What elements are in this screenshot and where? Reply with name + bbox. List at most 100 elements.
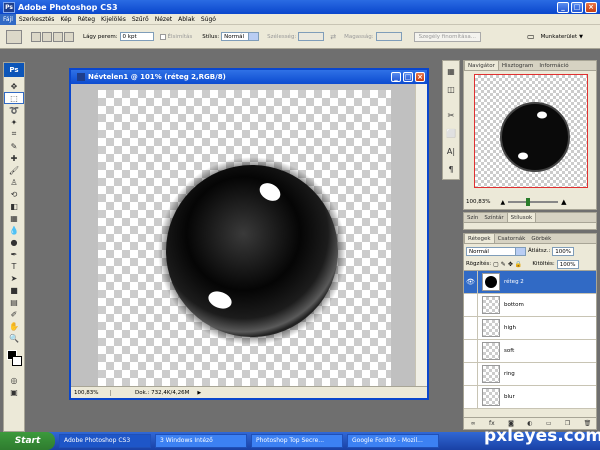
- taskbar-item-photoshop[interactable]: Adobe Photoshop CS3: [59, 434, 151, 448]
- menu-window[interactable]: Ablak: [175, 14, 198, 25]
- doc-maximize-button[interactable]: □: [403, 72, 413, 82]
- layer-name[interactable]: réteg 2: [504, 279, 524, 285]
- zoom-in-icon[interactable]: ▲: [561, 198, 566, 206]
- history-icon[interactable]: ✂: [443, 107, 459, 123]
- lock-position-icon[interactable]: ✥: [508, 261, 513, 268]
- layer-row[interactable]: blur: [464, 385, 596, 409]
- close-button[interactable]: ×: [585, 1, 597, 13]
- layer-row[interactable]: 👁 réteg 2: [464, 270, 596, 294]
- layer-name[interactable]: high: [504, 325, 516, 331]
- add-selection-icon[interactable]: [42, 31, 52, 42]
- dodge-tool-icon[interactable]: ●: [4, 236, 24, 248]
- refine-edge-button[interactable]: Szegély finomítása...: [413, 31, 481, 42]
- navigator-zoom-slider[interactable]: [508, 198, 559, 206]
- tab-swatches[interactable]: Színtár: [481, 213, 506, 222]
- lock-pixels-icon[interactable]: ✎: [501, 261, 506, 268]
- shape-tool-icon[interactable]: ■: [4, 284, 24, 296]
- brush-tool-icon[interactable]: 🖌: [4, 164, 24, 176]
- layer-name[interactable]: soft: [504, 348, 514, 354]
- menu-filter[interactable]: Szűrő: [129, 14, 152, 25]
- lock-all-icon[interactable]: 🔒: [515, 261, 522, 268]
- tab-info[interactable]: Információ: [536, 61, 571, 70]
- minimize-button[interactable]: _: [557, 1, 569, 13]
- layer-name[interactable]: blur: [504, 394, 515, 400]
- pen-tool-icon[interactable]: ✒: [4, 248, 24, 260]
- layer-name[interactable]: ring: [504, 371, 515, 377]
- maximize-button[interactable]: □: [571, 1, 583, 13]
- lasso-tool-icon[interactable]: ➰: [4, 104, 24, 116]
- taskbar-item-browser[interactable]: Photoshop Top Secre...: [251, 434, 343, 448]
- workspace-label[interactable]: Munkaterület: [541, 34, 578, 40]
- notes-tool-icon[interactable]: ▤: [4, 296, 24, 308]
- layer-row[interactable]: bottom: [464, 293, 596, 317]
- history-brush-icon[interactable]: ⟲: [4, 188, 24, 200]
- taskbar-item-explorer[interactable]: 3 Windows Intéző: [155, 434, 247, 448]
- eyedropper-tool-icon[interactable]: ✐: [4, 308, 24, 320]
- layer-row[interactable]: ring: [464, 362, 596, 386]
- vertical-scrollbar[interactable]: [415, 84, 427, 388]
- brushes-icon[interactable]: ▦: [443, 63, 459, 79]
- workspace-icon[interactable]: ▭: [527, 32, 535, 41]
- menu-layer[interactable]: Réteg: [75, 14, 98, 25]
- tab-styles[interactable]: Stílusok: [506, 213, 537, 222]
- tool-presets-icon[interactable]: ◫: [443, 81, 459, 97]
- menu-image[interactable]: Kép: [57, 14, 74, 25]
- magic-wand-tool-icon[interactable]: ✦: [4, 116, 24, 128]
- layer-name[interactable]: bottom: [504, 302, 524, 308]
- marquee-tool-icon[interactable]: ⬚: [4, 92, 24, 104]
- background-color-swatch[interactable]: [12, 356, 22, 366]
- visibility-toggle[interactable]: [464, 293, 478, 317]
- stamp-tool-icon[interactable]: ♙: [4, 176, 24, 188]
- doc-minimize-button[interactable]: _: [391, 72, 401, 82]
- status-menu-arrow-icon[interactable]: ▶: [197, 390, 201, 396]
- layer-row[interactable]: high: [464, 316, 596, 340]
- antialias-checkbox[interactable]: [159, 33, 166, 40]
- doc-close-button[interactable]: ×: [415, 72, 425, 82]
- paragraph-icon[interactable]: ¶: [443, 161, 459, 177]
- zoom-tool-icon[interactable]: 🔍: [4, 332, 24, 344]
- opacity-input[interactable]: 100%: [552, 246, 575, 256]
- width-input[interactable]: [298, 32, 325, 41]
- navigator-zoom-readout[interactable]: 100,83%: [466, 199, 490, 205]
- type-tool-icon[interactable]: T: [4, 260, 24, 272]
- workspace-dropdown-icon[interactable]: ▼: [579, 34, 583, 40]
- tab-color[interactable]: Szín: [464, 213, 481, 222]
- menu-view[interactable]: Nézet: [152, 14, 175, 25]
- tab-navigator[interactable]: Navigátor: [464, 61, 499, 70]
- zoom-slider-thumb[interactable]: [526, 198, 531, 206]
- marquee-tool-preset-icon[interactable]: [6, 29, 22, 44]
- menu-file[interactable]: Fájl: [0, 13, 16, 25]
- visibility-toggle[interactable]: [464, 316, 478, 340]
- taskbar-item-translate[interactable]: Google Fordító - Mozil...: [347, 434, 439, 448]
- actions-icon[interactable]: ⬜: [443, 125, 459, 141]
- swap-icon[interactable]: ⇄: [330, 33, 336, 41]
- subtract-selection-icon[interactable]: [53, 31, 63, 42]
- layer-row[interactable]: soft: [464, 339, 596, 363]
- start-button[interactable]: Start: [0, 432, 55, 450]
- gradient-tool-icon[interactable]: ▦: [4, 212, 24, 224]
- screen-mode-icon[interactable]: ▣: [4, 386, 24, 398]
- healing-brush-icon[interactable]: ✚: [4, 152, 24, 164]
- style-select[interactable]: Normál: [221, 32, 260, 41]
- blend-mode-select[interactable]: Normál: [466, 246, 526, 256]
- feather-input[interactable]: 0 kpt: [119, 32, 154, 41]
- character-icon[interactable]: A|: [443, 143, 459, 159]
- hand-tool-icon[interactable]: ✋: [4, 320, 24, 332]
- tab-channels[interactable]: Csatornák: [495, 234, 529, 243]
- fill-input[interactable]: 100%: [556, 259, 579, 269]
- menu-help[interactable]: Súgó: [198, 14, 219, 25]
- crop-tool-icon[interactable]: ⌗: [4, 128, 24, 140]
- visibility-toggle[interactable]: [464, 385, 478, 409]
- move-tool-icon[interactable]: ✥: [4, 80, 24, 92]
- canvas[interactable]: [98, 90, 391, 386]
- zoom-readout[interactable]: 100,83%: [71, 389, 111, 396]
- tab-paths[interactable]: Görbék: [528, 234, 554, 243]
- path-selection-icon[interactable]: ➤: [4, 272, 24, 284]
- slice-tool-icon[interactable]: ✎: [4, 140, 24, 152]
- zoom-out-icon[interactable]: ▲: [500, 199, 505, 206]
- blur-tool-icon[interactable]: 💧: [4, 224, 24, 236]
- menu-edit[interactable]: Szerkesztés: [16, 14, 58, 25]
- link-layers-icon[interactable]: ∞: [471, 420, 476, 427]
- visibility-toggle[interactable]: [464, 362, 478, 386]
- new-selection-icon[interactable]: [31, 31, 41, 42]
